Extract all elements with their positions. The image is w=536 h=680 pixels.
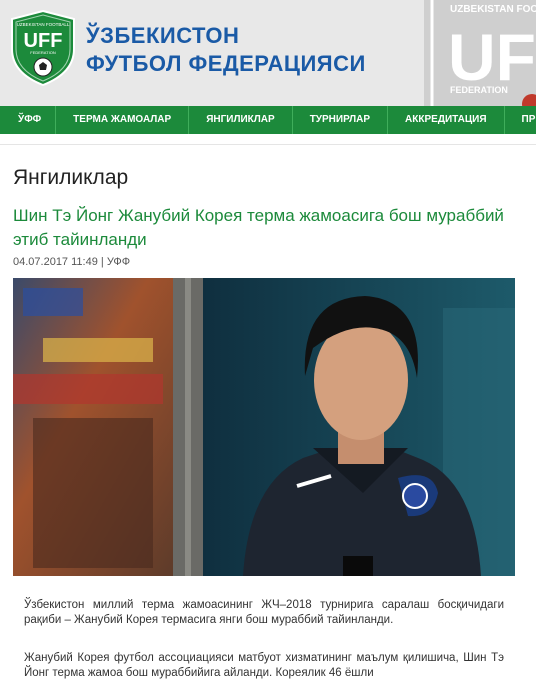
logo-federation: FEDERATION xyxy=(30,50,56,55)
article-photo xyxy=(13,278,515,576)
article-meta: 04.07.2017 11:49 | УФФ xyxy=(13,256,130,268)
nav-item-news[interactable]: ЯНГИЛИКЛАР xyxy=(189,106,293,134)
page-title: Янгиликлар xyxy=(13,166,129,189)
nav-item-national-teams[interactable]: ТЕРМА ЖАМОАЛАР xyxy=(56,106,190,134)
federation-name: ЎЗБЕКИСТОН ФУТБОЛ ФЕДЕРАЦИЯСИ xyxy=(86,22,366,78)
article-title[interactable]: Шин Тэ Йонг Жанубий Корея терма жамоасиг… xyxy=(13,204,528,252)
article-paragraph-1: Ўзбекистон миллий терма жамоасининг ЖЧ–2… xyxy=(24,599,504,626)
nav-item-tournaments[interactable]: ТУРНИРЛАР xyxy=(293,106,389,134)
logo-subtext: UZBEKISTAN FOOTBALL xyxy=(17,22,70,27)
nav-item-press[interactable]: ПРЕСС-РЕ xyxy=(505,106,536,134)
main-nav: ЎФФ ТЕРМА ЖАМОАЛАР ЯНГИЛИКЛАР ТУРНИРЛАР … xyxy=(0,106,536,135)
nav-item-uff[interactable]: ЎФФ xyxy=(0,106,57,134)
emblem-letters: UFF xyxy=(448,20,536,94)
meta-separator: | xyxy=(100,256,104,268)
uff-logo[interactable]: UZBEKISTAN FOOTBALL UFF FEDERATION xyxy=(8,9,78,87)
nav-divider xyxy=(0,134,536,145)
federation-name-line2: ФУТБОЛ ФЕДЕРАЦИЯСИ xyxy=(86,51,366,76)
site-header: UZBEKISTAN FOOTBALL UFF FEDERATION ЎЗБЕК… xyxy=(0,0,536,106)
nav-item-accreditation[interactable]: АККРЕДИТАЦИЯ xyxy=(388,106,505,134)
article-paragraph-2: Жанубий Корея футбол ассоциацияси матбуо… xyxy=(24,652,504,679)
federation-name-line1: ЎЗБЕКИСТОН xyxy=(86,23,240,48)
article-date: 04.07.2017 11:49 xyxy=(13,256,98,268)
logo-text: UFF xyxy=(24,30,63,52)
article-source: УФФ xyxy=(106,256,131,268)
emblem-text: UZBEKISTAN FOO xyxy=(450,4,536,15)
emblem-sub: FEDERATION xyxy=(450,85,508,95)
uff-watermark-emblem: UZBEKISTAN FOO UFF FEDERATION xyxy=(424,0,536,106)
